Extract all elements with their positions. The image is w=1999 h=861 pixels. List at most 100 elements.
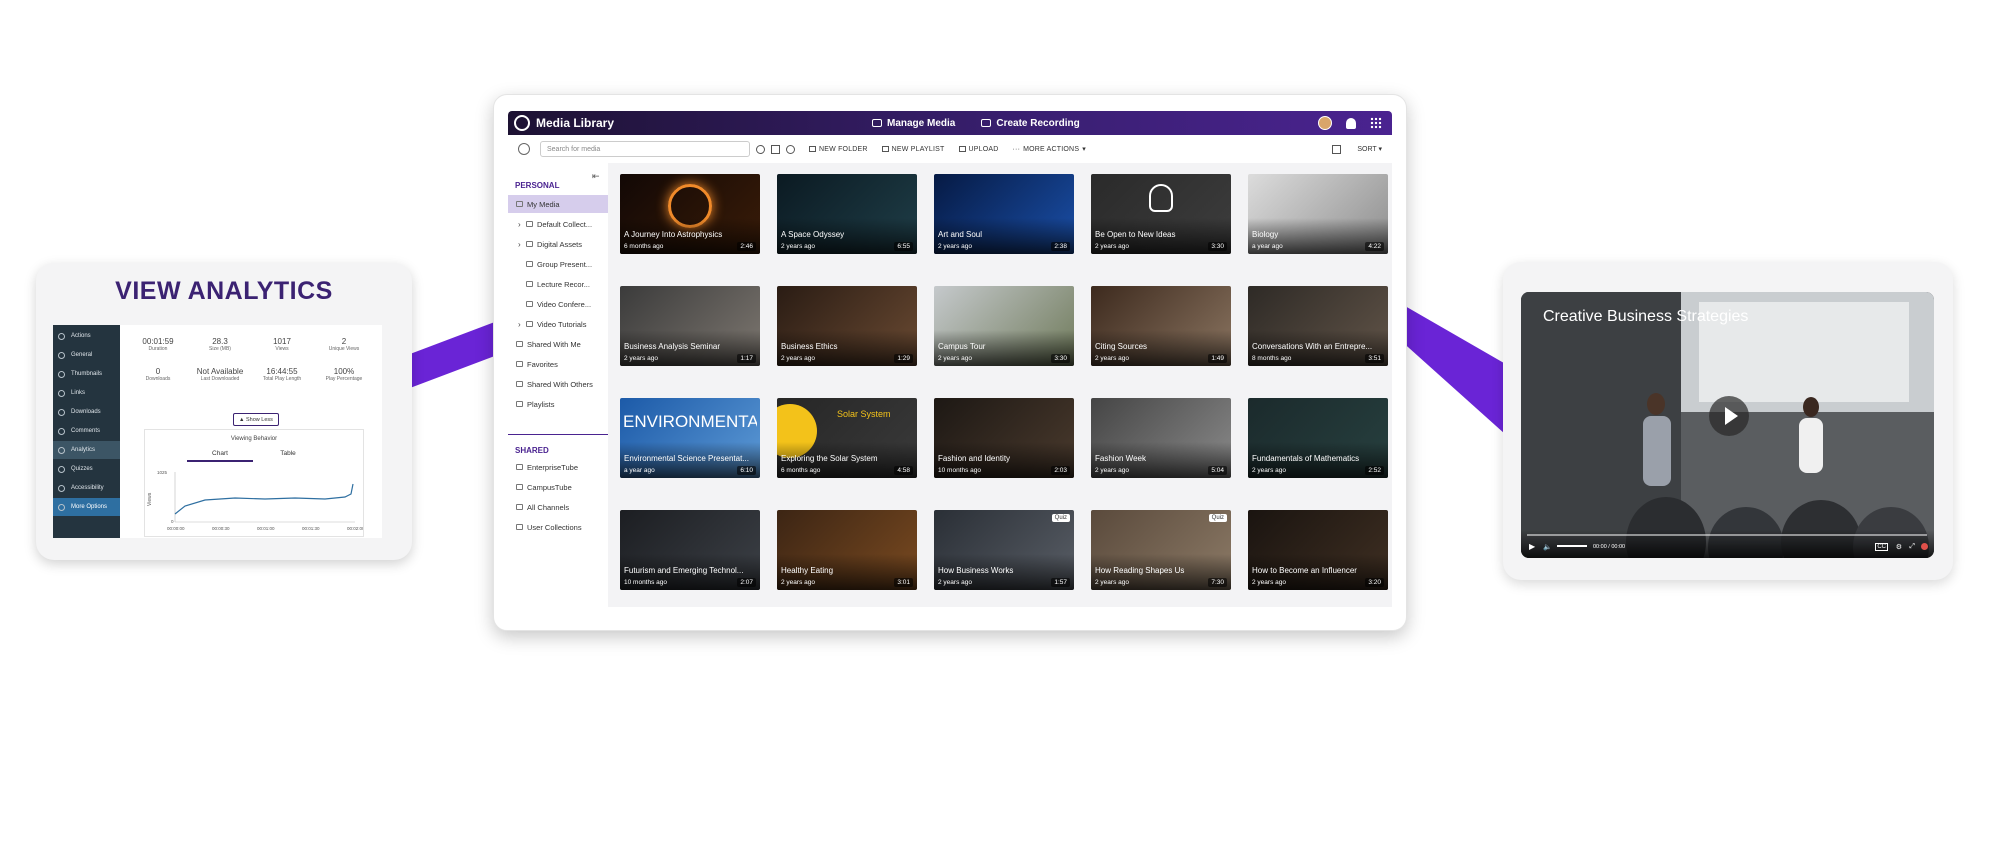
folder-icon [526,301,533,307]
search-input[interactable]: Search for media [540,141,750,157]
info-icon[interactable] [786,144,795,154]
media-card[interactable]: Citing Sources 2 years ago 1:49 [1091,286,1231,366]
media-card[interactable]: How Business Works 2 years ago 1:57 Quiz [934,510,1074,590]
analytics-menu-links[interactable]: Links [53,384,120,402]
sidebar-item-enterprisetube[interactable]: EnterpriseTube [508,458,608,476]
sidebar-item-digital-assets[interactable]: › Digital Assets [508,235,608,253]
sidebar-item-playlists[interactable]: Playlists [508,395,608,413]
video-title: Creative Business Strategies [1543,308,1749,325]
sidebar-item-group-present[interactable]: Group Present... [508,255,608,273]
volume-slider[interactable] [1557,545,1587,547]
media-card[interactable]: A Space Odyssey 2 years ago 6:55 [777,174,917,254]
media-card[interactable]: ENVIRONMENTAL SCIENCE Environmental Scien… [620,398,760,478]
app-grid-icon[interactable] [1370,117,1382,129]
analytics-menu-analytics[interactable]: Analytics [53,441,120,459]
analytics-menu-downloads[interactable]: Downloads [53,403,120,421]
analytics-menu-comments[interactable]: Comments [53,422,120,440]
grid-view-icon[interactable] [1332,144,1342,154]
folder-icon [526,261,533,267]
show-less-button[interactable]: ▲ Show Less [233,413,279,426]
sidebar-item-user-collections[interactable]: User Collections [508,518,608,536]
chevron-right-icon[interactable]: › [518,320,526,329]
media-card[interactable]: Solar System Exploring the Solar System 6 … [777,398,917,478]
media-card[interactable]: Fashion and Identity 10 months ago 2:03 [934,398,1074,478]
video-player-panel: Creative Business Strategies ▶ 🔈 00:00 /… [1503,262,1953,580]
media-duration: 2:46 [737,242,756,251]
stat-value: 00:01:59 [142,337,174,346]
globe-icon[interactable] [518,143,530,155]
analytics-menu-thumbnails[interactable]: Thumbnails [53,365,120,383]
create-recording-button[interactable]: Create Recording [981,118,1080,129]
fullscreen-icon[interactable]: ⤢ [1909,543,1915,551]
volume-icon[interactable]: 🔈 [1543,543,1552,551]
media-card[interactable]: Fundamentals of Mathematics 2 years ago 2:… [1248,398,1388,478]
chevron-right-icon[interactable]: › [518,220,526,229]
all-channels-icon [516,504,523,510]
play-small-icon[interactable]: ▶ [1529,542,1535,551]
media-card[interactable]: Fashion Week 2 years ago 5:04 [1091,398,1231,478]
sidebar-item-video-confere[interactable]: Video Confere... [508,295,608,313]
chevron-right-icon[interactable]: › [518,240,526,249]
settings-icon[interactable]: ⚙ [1896,543,1902,551]
stat-item: 1017 Views [252,337,312,352]
play-icon[interactable] [1709,396,1749,436]
analytics-menu-more-options[interactable]: More Options [53,498,120,516]
media-card[interactable]: A Journey Into Astrophysics 6 months ago 2… [620,174,760,254]
upload-button[interactable]: UPLOAD [958,146,999,153]
media-card[interactable]: Be Open to New Ideas 2 years ago 3:30 [1091,174,1231,254]
analytics-menu-quizzes[interactable]: Quizzes [53,460,120,478]
search-icon[interactable] [756,144,765,154]
app-brand[interactable]: Media Library [514,115,614,131]
analytics-menu-general[interactable]: General [53,346,120,364]
sidebar-item-favorites[interactable]: Favorites [508,355,608,373]
analytics-content: 00:01:59 Duration 28.3 Size (MB) 1017 Views 2 U… [120,325,382,538]
new-playlist-button[interactable]: NEW PLAYLIST [881,146,945,153]
video-player[interactable]: Creative Business Strategies ▶ 🔈 00:00 /… [1521,292,1934,558]
sidebar-item-shared-with-others[interactable]: Shared With Others [508,375,608,393]
lightbulb-icon [1149,184,1173,212]
media-card[interactable]: Art and Soul 2 years ago 2:38 [934,174,1074,254]
sidebar-item-video-tutorials[interactable]: › Video Tutorials [508,315,608,333]
media-card[interactable]: Business Analysis Seminar 2 years ago 1:17 [620,286,760,366]
media-duration: 1:49 [1208,354,1227,363]
media-title: Healthy Eating [781,566,834,575]
video-progress-bar[interactable] [1527,534,1927,536]
media-card[interactable]: Biology a year ago 4:22 [1248,174,1388,254]
sidebar-item-campustube[interactable]: CampusTube [508,478,608,496]
avatar[interactable] [1318,116,1332,130]
filter-icon[interactable] [771,144,780,154]
stat-value: 100% [333,367,355,376]
media-card[interactable]: Conversations With an Entrepre... 8 month… [1248,286,1388,366]
media-card[interactable]: Campus Tour 2 years ago 3:30 [934,286,1074,366]
sidebar-item-all-channels[interactable]: All Channels [508,498,608,516]
sidebar-item-shared-with-me[interactable]: Shared With Me [508,335,608,353]
top-navigation-bar: Media Library Manage Media Create Record… [508,111,1392,135]
media-title: Fundamentals of Mathematics [1252,454,1360,463]
stat-label: Last Downloaded [200,376,240,382]
media-card[interactable]: Healthy Eating 2 years ago 3:01 [777,510,917,590]
sidebar-item-my-media[interactable]: My Media [508,195,608,213]
media-title: How to Become an Influencer [1252,566,1357,575]
media-card[interactable]: Business Ethics 2 years ago 1:29 [777,286,917,366]
connector-right [1405,306,1505,434]
media-card[interactable]: How Reading Shapes Us 2 years ago 7:30 Quiz [1091,510,1231,590]
sidebar-item-lecture-recor[interactable]: Lecture Recor... [508,275,608,293]
bell-icon[interactable] [1346,117,1356,129]
sidebar-item-label: Video Tutorials [537,319,587,329]
media-duration: 6:55 [894,242,913,251]
captions-icon[interactable]: CC [1875,543,1888,551]
sort-button[interactable]: SORT ▾ [1357,145,1382,153]
analytics-menu-accessibility[interactable]: Accessibility [53,479,120,497]
media-title: Campus Tour [938,342,986,351]
more-actions-button[interactable]: ··· MORE ACTIONS ▾ [1012,145,1086,154]
analytics-menu-actions[interactable]: Actions [53,327,120,345]
tab-table[interactable]: Table [255,450,321,460]
new-folder-button[interactable]: NEW FOLDER [809,146,868,153]
tab-chart[interactable]: Chart [187,450,253,462]
manage-media-button[interactable]: Manage Media [872,118,955,129]
dots-icon: ··· [1012,145,1021,153]
sidebar-item-default-collect[interactable]: › Default Collect... [508,215,608,233]
media-card[interactable]: Futurism and Emerging Technol... 10 month… [620,510,760,590]
collapse-sidebar-icon[interactable]: ⇤ [592,171,600,182]
media-card[interactable]: How to Become an Influencer 2 years ago 3:… [1248,510,1388,590]
